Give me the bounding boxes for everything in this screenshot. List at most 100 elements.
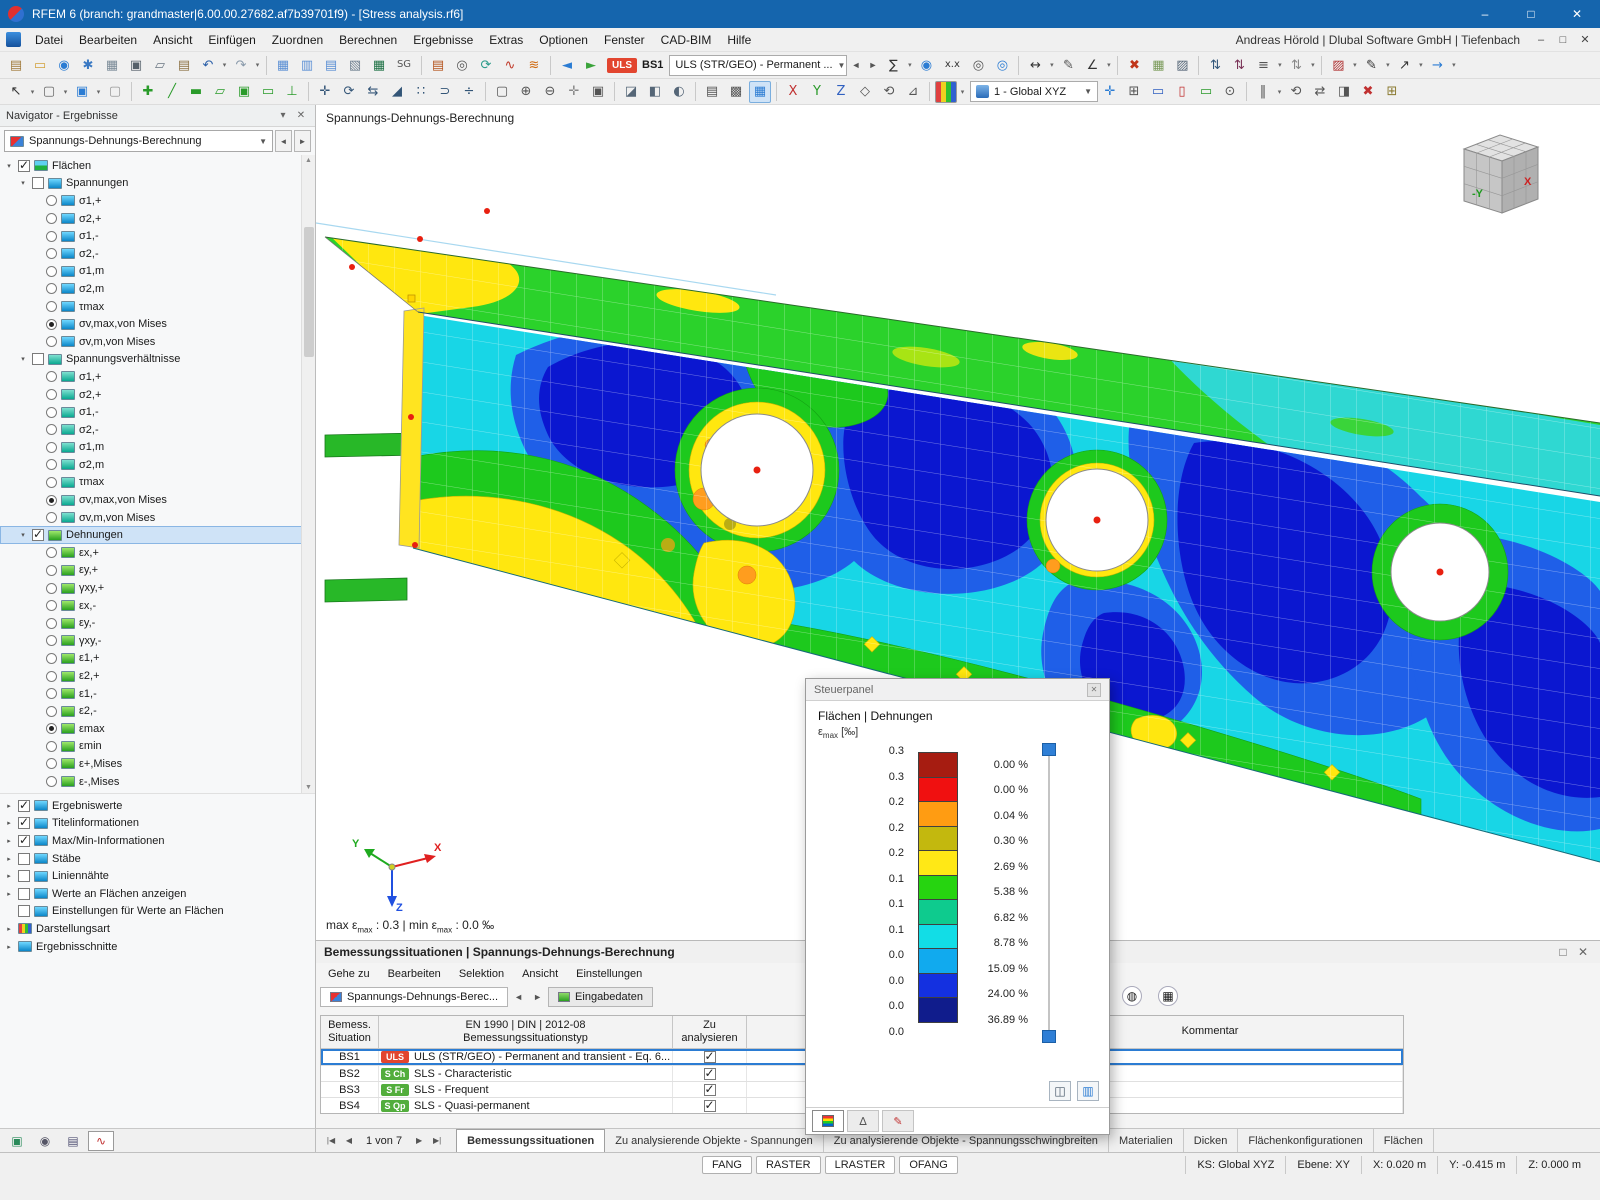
- tree-item-flaechen[interactable]: ▾Flächen: [0, 157, 315, 175]
- view-x-icon[interactable]: X: [782, 81, 804, 103]
- guidelines-icon[interactable]: ‖: [1252, 81, 1274, 103]
- navigator-tab-results[interactable]: ∿: [88, 1131, 114, 1151]
- zoom-out-icon[interactable]: ⊖: [539, 81, 561, 103]
- delete-results-icon[interactable]: ✖: [1357, 81, 1379, 103]
- scroll-down-icon[interactable]: ▼: [302, 784, 315, 791]
- tree-result-item[interactable]: σ2,m: [0, 280, 315, 298]
- navigator-back-button[interactable]: ◄: [275, 130, 292, 152]
- radio-button[interactable]: [46, 723, 57, 734]
- menu-item-ergebnisse[interactable]: Ergebnisse: [405, 30, 481, 50]
- expand-arrow[interactable]: ▾: [18, 531, 28, 539]
- tree-result-item[interactable]: εx,-: [0, 597, 315, 615]
- menu-item-datei[interactable]: Datei: [27, 30, 71, 50]
- clipboard-icon[interactable]: ▤: [173, 54, 195, 76]
- tree-result-item[interactable]: ε1,-: [0, 685, 315, 703]
- tree-result-item[interactable]: σ1,-: [0, 227, 315, 245]
- radio-button[interactable]: [46, 371, 57, 382]
- deselect-icon[interactable]: ▢: [104, 81, 126, 103]
- radio-button[interactable]: [46, 583, 57, 594]
- nav-option[interactable]: Einstellungen für Werte an Flächen: [0, 903, 315, 921]
- result-values-icon[interactable]: x.x: [939, 54, 965, 76]
- tree-result-item[interactable]: σv,max,von Mises: [0, 315, 315, 333]
- expand-arrow[interactable]: ▾: [4, 162, 14, 170]
- checkbox[interactable]: [32, 353, 44, 365]
- tree-scrollbar[interactable]: ▲ ▼: [301, 155, 315, 793]
- snap-settings-icon[interactable]: ⊙: [1219, 81, 1241, 103]
- hatching-dropdown[interactable]: ▾: [1350, 61, 1359, 69]
- radio-button[interactable]: [46, 600, 57, 611]
- show-tables-icon[interactable]: ▦: [272, 54, 294, 76]
- move-copy-icon[interactable]: ✛: [314, 81, 336, 103]
- checkbox[interactable]: [32, 177, 44, 189]
- tree-result-item[interactable]: σ1,+: [0, 192, 315, 210]
- expand-arrow[interactable]: ▸: [4, 855, 14, 863]
- paste-icon[interactable]: ▤: [5, 54, 27, 76]
- new-surface-icon[interactable]: ▱: [209, 81, 231, 103]
- radio-button[interactable]: [46, 618, 57, 629]
- array-copy-icon[interactable]: ∷: [410, 81, 432, 103]
- maximize-button[interactable]: □: [1508, 0, 1554, 28]
- doc-restore-button[interactable]: □: [1552, 34, 1574, 46]
- menu-item-hilfe[interactable]: Hilfe: [719, 30, 759, 50]
- work-plane-yz-icon[interactable]: ▯: [1171, 81, 1193, 103]
- tab-stress-strain-tables[interactable]: Spannungs-Dehnungs-Berec...: [320, 987, 508, 1007]
- radio-button[interactable]: [46, 283, 57, 294]
- render-settings-icon[interactable]: ◨: [1333, 81, 1355, 103]
- slider-min-handle[interactable]: [1042, 1030, 1056, 1043]
- radio-button[interactable]: [46, 248, 57, 259]
- table-panel-close-icon[interactable]: ✕: [1574, 945, 1592, 959]
- renumber-icon[interactable]: ⇅: [1285, 54, 1307, 76]
- close-button[interactable]: ✕: [1554, 0, 1600, 28]
- navigation-cube[interactable]: -Y X: [1452, 123, 1548, 222]
- table-menu-ansicht[interactable]: Ansicht: [514, 966, 566, 982]
- hatching-icon[interactable]: ▨: [1327, 54, 1349, 76]
- analyze-checkbox[interactable]: [704, 1068, 716, 1080]
- nav-option[interactable]: ▸Max/Min-Informationen: [0, 832, 315, 850]
- pan-view-icon[interactable]: ✛: [563, 81, 585, 103]
- tree-result-item[interactable]: σ1,m: [0, 439, 315, 457]
- radio-button[interactable]: [46, 741, 57, 752]
- pen-settings-icon[interactable]: ✎: [1360, 54, 1382, 76]
- globe-icon[interactable]: ◍: [1122, 986, 1142, 1006]
- guide-objects-icon[interactable]: ∠: [1081, 54, 1103, 76]
- panel-options-button[interactable]: ◫: [1049, 1081, 1071, 1101]
- select-special-icon[interactable]: ▣: [71, 81, 93, 103]
- new-model-icon[interactable]: ▦: [101, 54, 123, 76]
- search-icon[interactable]: ◎: [451, 54, 473, 76]
- radio-button[interactable]: [46, 635, 57, 646]
- save-icon[interactable]: ▣: [125, 54, 147, 76]
- navigator-close-icon[interactable]: ✕: [293, 110, 309, 121]
- dimensions-icon[interactable]: ↔: [1024, 54, 1046, 76]
- new-node-icon[interactable]: ✚: [137, 81, 159, 103]
- nav-option[interactable]: ▸Darstellungsart: [0, 920, 315, 938]
- tree-result-item[interactable]: εy,-: [0, 614, 315, 632]
- show-results-icon[interactable]: ◉: [915, 54, 937, 76]
- expand-arrow[interactable]: ▾: [18, 355, 28, 363]
- table-sheet-tab-1[interactable]: Zu analysierende Objekte - Spannungen: [605, 1129, 824, 1152]
- navigator-tab-data[interactable]: ▣: [4, 1131, 30, 1151]
- expand-arrow[interactable]: ▸: [4, 925, 14, 933]
- radio-button[interactable]: [46, 512, 57, 523]
- expand-arrow[interactable]: ▸: [4, 802, 14, 810]
- rotate-view-icon[interactable]: ⟲: [878, 81, 900, 103]
- export-tables-icon[interactable]: ▦: [368, 54, 390, 76]
- table-panel-maximize-icon[interactable]: □: [1554, 945, 1572, 959]
- printout-report-icon[interactable]: ▤: [427, 54, 449, 76]
- tree-result-item[interactable]: σ2,+: [0, 210, 315, 228]
- tree-group[interactable]: ▾Dehnungen: [0, 526, 315, 544]
- tree-result-item[interactable]: σv,m,von Mises: [0, 509, 315, 527]
- menu-item-extras[interactable]: Extras: [481, 30, 531, 50]
- regenerate-icon[interactable]: ⟳: [475, 54, 497, 76]
- legend-range-slider[interactable]: [1042, 743, 1056, 1043]
- guidelines-dropdown[interactable]: ▾: [1275, 88, 1284, 96]
- menu-item-einfgen[interactable]: Einfügen: [200, 30, 263, 50]
- next-case-button[interactable]: ►: [864, 55, 881, 75]
- tree-result-item[interactable]: σ2,-: [0, 421, 315, 439]
- tree-result-item[interactable]: ε2,-: [0, 702, 315, 720]
- menu-item-fenster[interactable]: Fenster: [596, 30, 653, 50]
- tools-icon[interactable]: ✖: [1123, 54, 1145, 76]
- result-diagrams-icon[interactable]: ∿: [499, 54, 521, 76]
- tree-result-item[interactable]: σ1,+: [0, 368, 315, 386]
- select-window-icon[interactable]: ▢: [38, 81, 60, 103]
- radio-button[interactable]: [46, 688, 57, 699]
